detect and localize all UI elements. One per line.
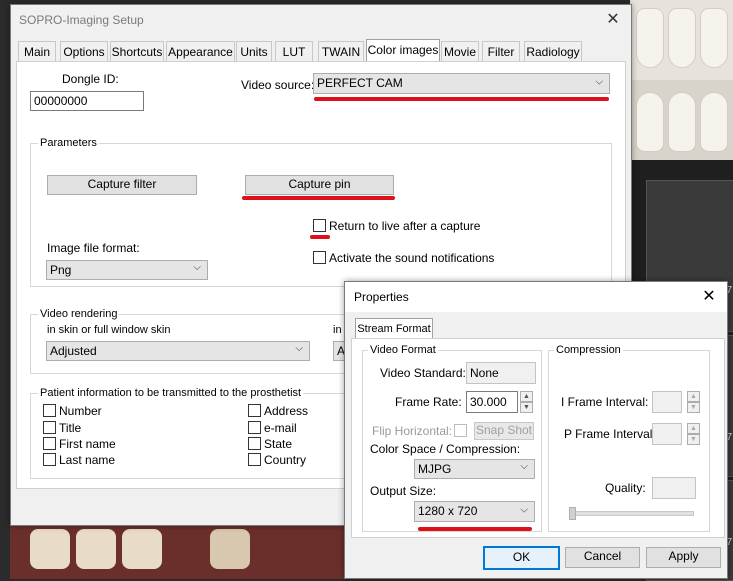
tab-main[interactable]: Main [18,41,56,62]
color-space-select[interactable]: MJPG ⌵ [414,459,535,479]
close-icon[interactable]: ✕ [699,282,719,312]
dongle-id-label: Dongle ID: [62,72,119,86]
video-standard-field: None [466,362,536,384]
i-frame-field [652,391,682,413]
number-checkbox[interactable] [43,404,56,417]
ok-button[interactable]: OK [483,546,560,570]
state-label: State [264,437,293,451]
chevron-down-icon: ⌵ [520,461,528,473]
video-source-value: PERFECT CAM [317,76,403,90]
skin-rendering-select[interactable]: Adjusted ⌵ [46,341,310,361]
video-standard-label: Video Standard: [380,366,466,380]
spin-down-icon: ▼ [687,434,700,445]
activate-sound-label: Activate the sound notifications [329,251,495,265]
parameters-title: Parameters [38,137,99,149]
tab-shortcuts[interactable]: Shortcuts [110,41,164,62]
activate-sound-checkbox[interactable] [313,251,326,264]
window-title: SOPRO-Imaging Setup [19,13,144,27]
last-name-checkbox[interactable] [43,453,56,466]
annotation-underline [314,97,609,101]
compression-title: Compression [554,344,623,356]
first-name-checkbox[interactable] [43,437,56,450]
quality-slider-thumb[interactable] [569,507,576,520]
image-format-label: Image file format: [47,241,140,255]
chevron-down-icon: ⌵ [295,343,303,355]
skin-label: in skin or full window skin [47,324,171,336]
first-name-label: First name [59,437,116,451]
snap-shot-button[interactable]: Snap Shot [474,422,534,440]
chevron-down-icon: ⌵ [595,76,603,88]
flip-horizontal-checkbox[interactable] [454,424,467,437]
frame-rate-field[interactable]: 30.000 [466,391,518,413]
output-size-label: Output Size: [370,484,437,498]
dongle-id-field[interactable]: 00000000 [30,91,144,111]
tab-twain[interactable]: TWAIN [318,41,364,62]
title-label: Title [59,421,82,435]
annotation-underline [242,196,395,200]
teeth-image-bottom [630,80,733,160]
teeth-image-top [630,0,733,80]
state-checkbox[interactable] [248,437,261,450]
patient-info-title: Patient information to be transmitted to… [38,387,304,399]
return-to-live-checkbox[interactable] [313,219,326,232]
tab-filter[interactable]: Filter [482,41,520,62]
spin-down-icon[interactable]: ▼ [520,402,533,413]
spin-down-icon: ▼ [687,402,700,413]
address-checkbox[interactable] [248,404,261,417]
tab-stream-format[interactable]: Stream Format [355,318,433,339]
color-space-value: MJPG [418,462,452,476]
annotation-underline [310,235,330,239]
tab-units[interactable]: Units [236,41,272,62]
skin-rendering-value: Adjusted [50,344,97,358]
dialog-title: Properties [345,282,727,312]
video-rendering-title: Video rendering [38,308,120,320]
p-frame-field [652,423,682,445]
country-label: Country [264,453,307,467]
spin-up-icon[interactable]: ▲ [520,391,533,402]
image-format-value: Png [50,263,72,277]
email-label: e-mail [264,421,297,435]
tab-radiology[interactable]: Radiology [524,41,582,62]
cancel-button[interactable]: Cancel [565,547,640,568]
frame-rate-label: Frame Rate: [395,395,462,409]
tab-options[interactable]: Options [60,41,108,62]
i-frame-label: I Frame Interval: [561,395,649,409]
capture-pin-button[interactable]: Capture pin [245,175,394,195]
annotation-underline [418,527,532,531]
color-space-label: Color Space / Compression: [370,442,521,456]
last-name-label: Last name [59,453,116,467]
image-format-select[interactable]: Png ⌵ [46,260,208,280]
title-checkbox[interactable] [43,421,56,434]
quality-field [652,477,696,499]
tab-movie[interactable]: Movie [441,41,479,62]
country-checkbox[interactable] [248,453,261,466]
capture-filter-button[interactable]: Capture filter [47,175,197,195]
intraoral-photo [10,525,350,579]
video-source-select[interactable]: PERFECT CAM ⌵ [313,73,610,94]
quality-slider-track [570,511,694,516]
tab-color-images[interactable]: Color images [366,39,440,62]
email-checkbox[interactable] [248,421,261,434]
tab-appearance[interactable]: Appearance [166,41,235,62]
spin-up-icon: ▲ [687,423,700,434]
return-to-live-label: Return to live after a capture [329,219,481,233]
chevron-down-icon: ⌵ [520,504,528,516]
video-source-label: Video source: [241,78,315,92]
p-frame-label: P Frame Interval: [564,427,656,441]
tab-lut[interactable]: LUT [275,41,313,62]
flip-horizontal-label: Flip Horizontal: [372,424,453,438]
spin-up-icon: ▲ [687,391,700,402]
number-label: Number [59,404,102,418]
output-size-select[interactable]: 1280 x 720 ⌵ [414,501,535,522]
output-size-value: 1280 x 720 [418,504,478,518]
quality-label: Quality: [605,481,646,495]
chevron-down-icon: ⌵ [193,262,201,274]
compression-group [548,350,710,532]
apply-button[interactable]: Apply [646,547,721,568]
video-format-title: Video Format [368,344,438,356]
close-icon[interactable]: ✕ [603,5,623,35]
address-label: Address [264,404,309,418]
